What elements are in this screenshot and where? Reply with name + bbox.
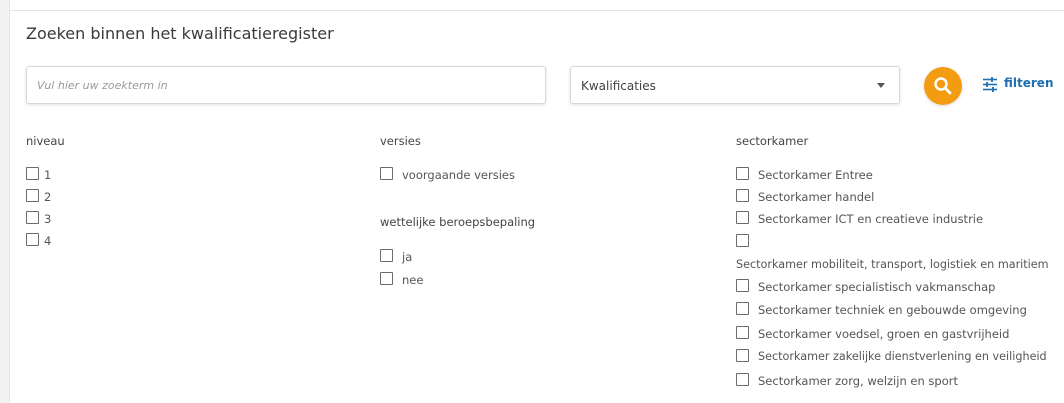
sectorkamer-option-label: Sectorkamer specialistisch vakmanschap (758, 280, 996, 294)
versies-option-label: voorgaande versies (402, 168, 515, 182)
sectorkamer-checkbox[interactable] (736, 302, 749, 315)
sectorkamer-option-label: Sectorkamer voedsel, groen en gastvrijhe… (758, 327, 1010, 341)
niveau-option-label: 3 (44, 212, 52, 226)
wettelijke-checkbox[interactable] (380, 249, 393, 262)
search-button[interactable] (924, 67, 962, 105)
sectorkamer-option-label: Sectorkamer zorg, welzijn en sport (758, 374, 958, 388)
sectorkamer-option-label: Sectorkamer Entree (758, 168, 873, 182)
sectorkamer-checkbox[interactable] (736, 373, 749, 386)
wettelijke-checkbox[interactable] (380, 272, 393, 285)
niveau-checkbox[interactable] (26, 211, 39, 224)
sectorkamer-checkbox[interactable] (736, 349, 749, 362)
sectorkamer-checkbox[interactable] (736, 326, 749, 339)
type-select[interactable]: Kwalificaties (570, 66, 900, 104)
sectorkamer-option-label: Sectorkamer mobiliteit, transport, logis… (736, 258, 1049, 271)
niveau-checkbox[interactable] (26, 233, 39, 246)
filter-link-label: filteren (1004, 76, 1054, 90)
page-title: Zoeken binnen het kwalificatieregister (26, 24, 334, 43)
niveau-option-label: 4 (44, 234, 52, 248)
top-divider (9, 10, 1064, 11)
sectorkamer-option-label: Sectorkamer techniek en gebouwde omgevin… (758, 303, 1027, 317)
niveau-checkbox[interactable] (26, 189, 39, 202)
left-edge-panel (0, 0, 10, 403)
search-icon (934, 77, 952, 95)
type-select-value: Kwalificaties (581, 79, 656, 93)
sectorkamer-checkbox[interactable] (736, 189, 749, 202)
sectorkamer-option-label: Sectorkamer handel (758, 190, 875, 204)
sectorkamer-checkbox[interactable] (736, 234, 749, 247)
tune-icon (983, 77, 997, 92)
sectorkamer-option-label: Sectorkamer ICT en creatieve industrie (758, 212, 984, 226)
versies-checkbox[interactable] (380, 167, 393, 180)
wettelijke-title: wettelijke beroepsbepaling (380, 215, 536, 229)
search-input[interactable] (26, 66, 546, 104)
chevron-down-icon (877, 83, 885, 88)
niveau-checkbox[interactable] (26, 167, 39, 180)
niveau-option-label: 1 (44, 168, 52, 182)
niveau-option-label: 2 (44, 190, 52, 204)
versies-title: versies (380, 134, 421, 148)
sectorkamer-checkbox[interactable] (736, 279, 749, 292)
sectorkamer-checkbox[interactable] (736, 167, 749, 180)
wettelijke-option-label: nee (402, 273, 424, 287)
sectorkamer-option-label: Sectorkamer zakelijke dienstverlening en… (758, 350, 1047, 363)
niveau-title: niveau (26, 134, 65, 148)
sectorkamer-title: sectorkamer (736, 134, 809, 148)
wettelijke-option-label: ja (402, 250, 413, 264)
sectorkamer-checkbox[interactable] (736, 211, 749, 224)
